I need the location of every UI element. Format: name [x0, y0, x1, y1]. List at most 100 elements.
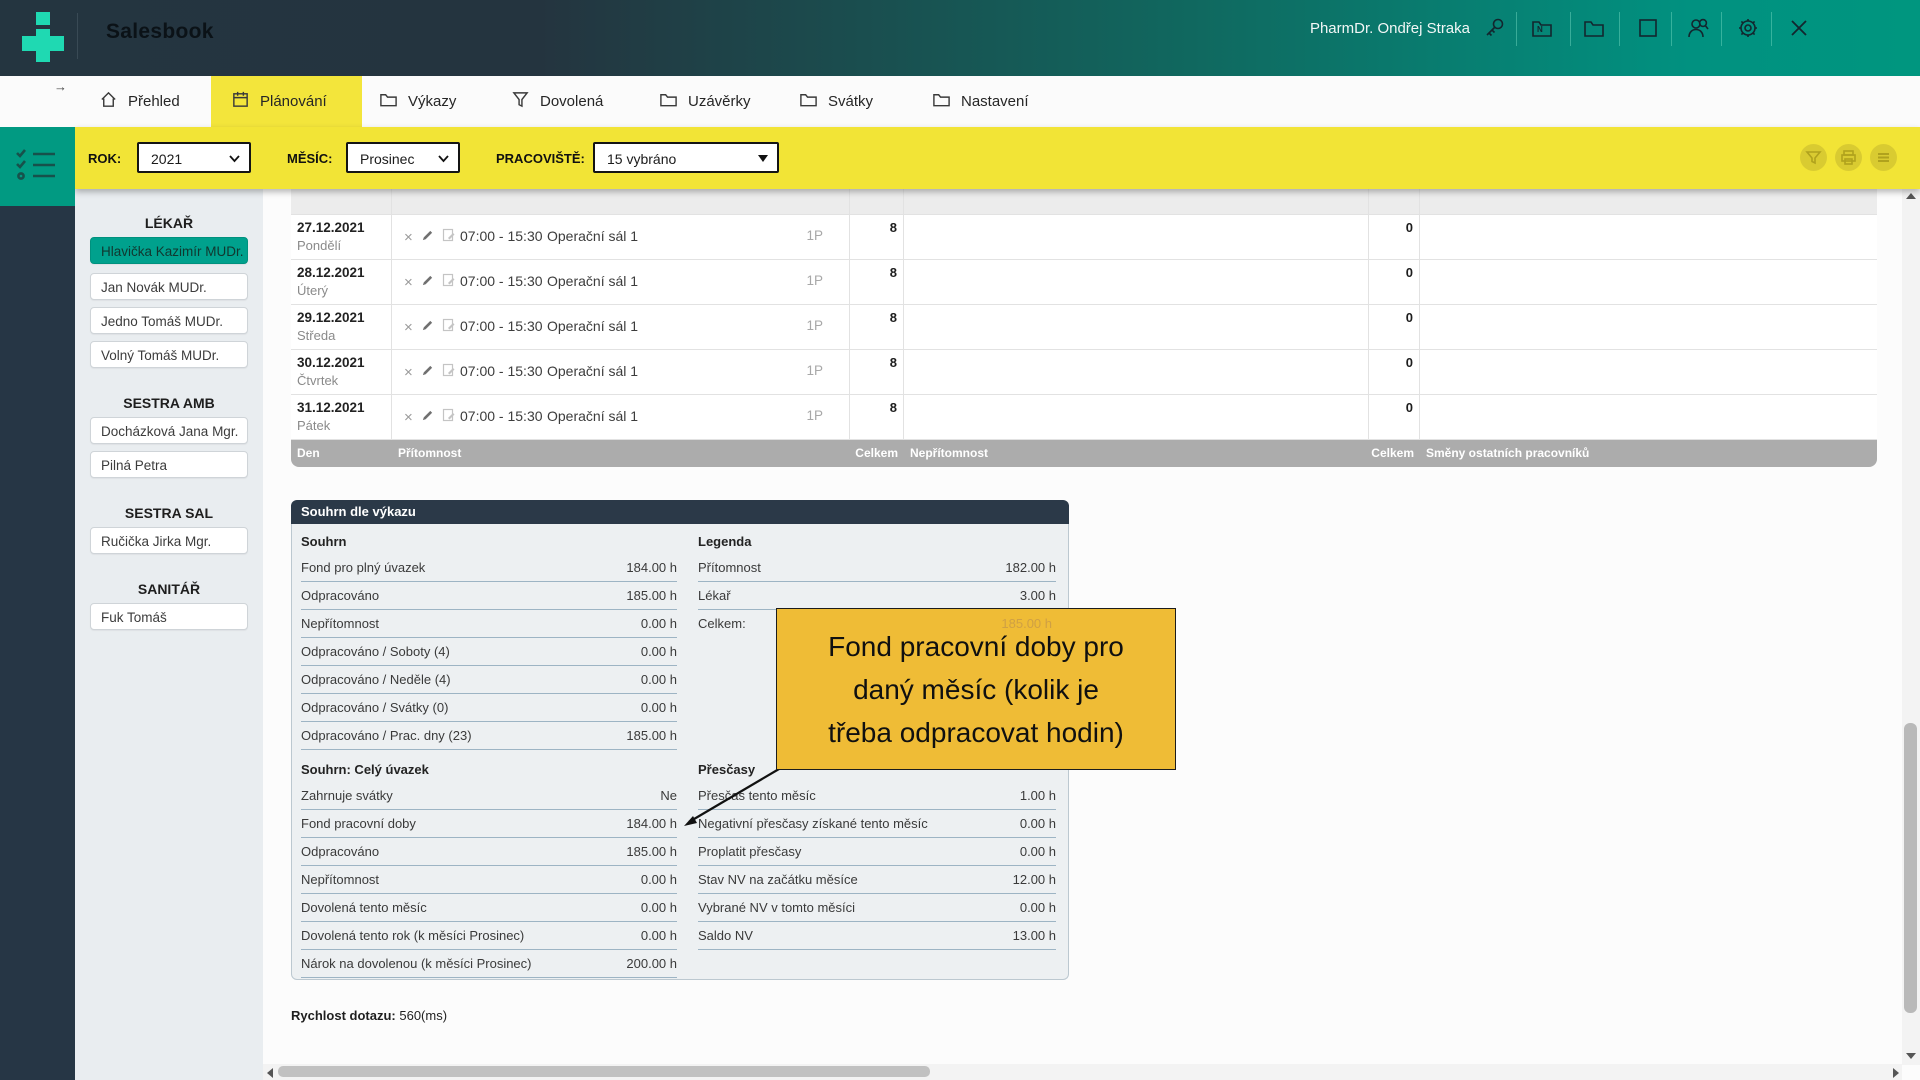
shift-time: 07:00 - 15:30 — [460, 273, 543, 289]
summary-row: Fond pracovní doby184.00 h — [301, 810, 677, 838]
edit-shift-icon[interactable] — [421, 274, 434, 292]
folder-n-icon[interactable]: N — [1530, 16, 1554, 40]
edit-shift-icon[interactable] — [421, 229, 434, 247]
summary-row: Nepřítomnost0.00 h — [301, 866, 677, 894]
folder-icon — [799, 90, 818, 114]
tab-svatky[interactable]: Svátky — [799, 76, 873, 127]
note-shift-icon[interactable] — [442, 363, 456, 382]
gear-icon[interactable] — [1736, 16, 1760, 40]
delete-shift-icon[interactable]: × — [404, 230, 413, 245]
chevron-down-icon — [229, 155, 240, 163]
delete-shift-icon[interactable]: × — [404, 410, 413, 425]
tab-prehled[interactable]: Přehled — [99, 76, 180, 127]
query-speed-status: Rychlost dotazu: 560(ms) — [291, 1008, 447, 1023]
scroll-left-icon[interactable] — [266, 1068, 274, 1078]
mesic-select[interactable]: Prosinec — [346, 142, 460, 173]
edit-shift-icon[interactable] — [421, 409, 434, 427]
shift-location: Operační sál 1 — [547, 363, 638, 379]
tooltip-line: třeba odpracovat hodin) — [777, 711, 1175, 754]
col-pritomnost: Přítomnost — [392, 440, 850, 467]
pracoviste-select[interactable]: 15 vybráno — [593, 142, 779, 173]
section-title: Souhrn — [301, 530, 677, 554]
staff-item[interactable]: Ručička Jirka Mgr. — [90, 527, 248, 554]
row-absence-total: 0 — [1406, 400, 1413, 415]
col-smeny: Směny ostatních pracovníků — [1420, 440, 1877, 467]
table-row: 29.12.2021Středa × 07:00 - 15:30 Operačn… — [291, 305, 1877, 350]
shift-time: 07:00 - 15:30 — [460, 318, 543, 334]
staff-item[interactable]: Docházková Jana Mgr. — [90, 417, 248, 444]
rok-select[interactable]: 2021 — [137, 142, 251, 173]
note-shift-icon[interactable] — [442, 228, 456, 247]
note-shift-icon[interactable] — [442, 273, 456, 292]
summary-row: Lékař3.00 h — [698, 582, 1056, 610]
folder-icon — [932, 90, 951, 114]
row-date: 29.12.2021 — [297, 310, 365, 325]
summary-row: Odpracováno / Neděle (4)0.00 h — [301, 666, 677, 694]
filter-button[interactable] — [1800, 144, 1827, 171]
summary-row: Nepřítomnost0.00 h — [301, 610, 677, 638]
scroll-right-icon[interactable] — [1892, 1068, 1900, 1078]
tab-planovani[interactable]: Plánování — [231, 76, 327, 127]
summary-row: Odpracováno185.00 h — [301, 582, 677, 610]
rok-label: ROK: — [88, 151, 121, 166]
delete-shift-icon[interactable]: × — [404, 320, 413, 335]
vertical-scrollbar-thumb[interactable] — [1904, 723, 1917, 1013]
row-absence-total: 0 — [1406, 265, 1413, 280]
row-total: 8 — [890, 220, 897, 235]
home-icon — [99, 90, 118, 114]
tab-dovolena[interactable]: Dovolená — [511, 76, 603, 127]
tab-vykazy[interactable]: Výkazy — [379, 76, 456, 127]
tab-uzaverky[interactable]: Uzávěrky — [659, 76, 751, 127]
menu-button[interactable] — [1870, 144, 1897, 171]
col-den: Den — [291, 440, 392, 467]
staff-item[interactable]: Volný Tomáš MUDr. — [90, 341, 248, 368]
staff-item-selected[interactable]: Hlavička Kazimír MUDr. — [90, 237, 248, 264]
celkem-ghost-value: 185.00 h — [1000, 616, 1052, 631]
close-icon[interactable] — [1787, 16, 1811, 40]
mesic-label: MĚSÍC: — [287, 151, 333, 166]
row-date: 30.12.2021 — [297, 355, 365, 370]
shift-time: 07:00 - 15:30 — [460, 408, 543, 424]
collapse-arrow-icon[interactable]: → — [54, 79, 67, 94]
app-logo-icon[interactable] — [22, 12, 64, 62]
shift-badge: 1P — [806, 318, 823, 333]
horizontal-scrollbar-thumb[interactable] — [278, 1066, 930, 1077]
scroll-down-icon[interactable] — [1906, 1052, 1916, 1060]
shift-location: Operační sál 1 — [547, 228, 638, 244]
note-shift-icon[interactable] — [442, 408, 456, 427]
col-nepritomnost: Nepřítomnost — [904, 440, 1369, 467]
note-shift-icon[interactable] — [442, 318, 456, 337]
annotation-tooltip: Fond pracovní doby pro daný měsíc (kolik… — [776, 608, 1176, 770]
summary-panel-header: Souhrn dle výkazu — [291, 500, 1069, 524]
user-name[interactable]: PharmDr. Ondřej Straka — [1240, 20, 1470, 37]
folder-icon[interactable] — [1582, 16, 1606, 40]
header-separator — [1671, 12, 1672, 46]
staff-item[interactable]: Pilná Petra — [90, 451, 248, 478]
group-title-lekar: LÉKAŘ — [75, 215, 263, 231]
tab-nastaveni[interactable]: Nastavení — [932, 76, 1029, 127]
row-day: Pondělí — [297, 238, 341, 253]
sidebar-toggle[interactable] — [0, 127, 75, 206]
pracoviste-label: PRACOVIŠTĚ: — [496, 151, 585, 166]
row-total: 8 — [890, 400, 897, 415]
scroll-up-icon[interactable] — [1906, 192, 1916, 200]
summary-col-prescasy: Přesčasy Přesčas tento měsíc1.00 h Negat… — [698, 758, 1056, 950]
staff-item[interactable]: Fuk Tomáš — [90, 603, 248, 630]
staff-item[interactable]: Jedno Tomáš MUDr. — [90, 307, 248, 334]
table-footer-header: Den Přítomnost Celkem Nepřítomnost Celke… — [291, 440, 1877, 467]
key-icon[interactable] — [1482, 16, 1506, 40]
row-day: Úterý — [297, 283, 328, 298]
staff-item[interactable]: Jan Novák MUDr. — [90, 273, 248, 300]
print-button[interactable] — [1835, 144, 1862, 171]
group-title-sanitar: SANITÁŘ — [75, 581, 263, 597]
shift-time: 07:00 - 15:30 — [460, 228, 543, 244]
summary-row: Dovolená tento měsíc0.00 h — [301, 894, 677, 922]
edit-shift-icon[interactable] — [421, 319, 434, 337]
delete-shift-icon[interactable]: × — [404, 365, 413, 380]
delete-shift-icon[interactable]: × — [404, 275, 413, 290]
shift-location: Operační sál 1 — [547, 408, 638, 424]
edit-shift-icon[interactable] — [421, 364, 434, 382]
table-row: 27.12.2021Pondělí × 07:00 - 15:30 Operač… — [291, 215, 1877, 260]
maximize-icon[interactable] — [1636, 16, 1660, 40]
user-search-icon[interactable] — [1686, 16, 1710, 40]
